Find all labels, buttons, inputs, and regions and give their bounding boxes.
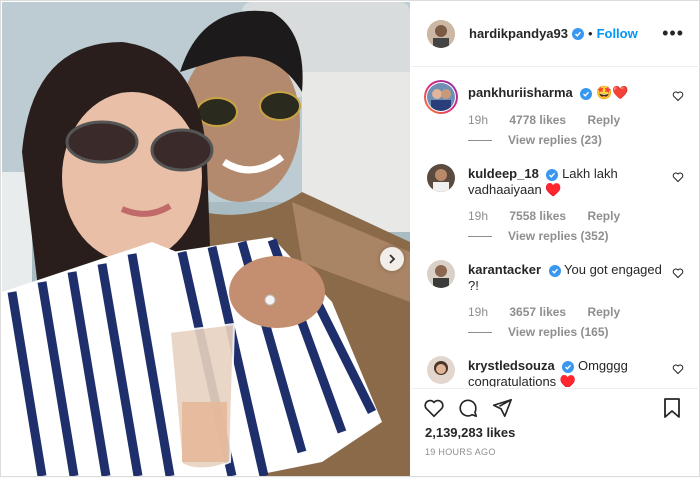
comment-reply-button[interactable]: Reply	[587, 209, 620, 223]
carousel-next-icon	[389, 254, 396, 264]
comment-meta: 19h 3657 likes Reply	[468, 305, 638, 319]
verified-badge-icon	[580, 88, 593, 100]
comment-body: 🤩❤️	[596, 85, 629, 100]
comment-like-heart-icon[interactable]	[672, 266, 684, 284]
post-actions: 2,139,283 likes 19 HOURS AGO	[411, 388, 700, 478]
view-replies-label: View replies (352)	[508, 229, 609, 243]
commenter-avatar[interactable]	[427, 83, 455, 111]
replies-line	[468, 139, 492, 141]
commenter-avatar-image	[427, 356, 455, 384]
header-separator: •	[588, 26, 593, 41]
comment-item: kuldeep_18 Lakh lakh vadhaaiyaan ♥️ 19h …	[427, 164, 692, 256]
commenter-avatar[interactable]	[427, 260, 455, 288]
comment-text-block: kuldeep_18 Lakh lakh vadhaaiyaan ♥️	[468, 166, 668, 198]
comment-time[interactable]: 19h	[468, 305, 488, 319]
comment-text-block: karantacker You got engaged ?!	[468, 262, 668, 294]
comment-item: karantacker You got engaged ?! 19h 3657 …	[427, 260, 692, 352]
comment-username[interactable]: pankhuriisharma	[468, 85, 573, 100]
comment-text-block: pankhuriisharma 🤩❤️	[468, 85, 668, 101]
comment-item: krystledsouza Omgggg congratulations ♥️	[427, 356, 692, 387]
commenter-avatar[interactable]	[427, 356, 455, 384]
action-icons	[423, 397, 525, 423]
comment-like-heart-icon[interactable]	[672, 362, 684, 380]
comment-likes[interactable]: 4778 likes	[509, 113, 566, 127]
comments-list[interactable]: pankhuriisharma 🤩❤️ 19h 4778 likes Reply…	[411, 67, 700, 387]
comment-text-block: krystledsouza Omgggg congratulations ♥️	[468, 358, 668, 387]
author-avatar[interactable]	[427, 19, 455, 48]
view-replies-button[interactable]: View replies (23)	[468, 133, 602, 147]
commenter-avatar-image	[427, 164, 455, 192]
view-replies-label: View replies (23)	[508, 133, 602, 147]
verified-badge-icon	[546, 169, 559, 181]
author-username[interactable]: hardikpandya93	[469, 26, 568, 41]
comment-username[interactable]: kuldeep_18	[468, 166, 539, 181]
post-likes-count[interactable]: 2,139,283 likes	[425, 425, 515, 440]
author-avatar-image	[427, 19, 455, 48]
comment-like-heart-icon[interactable]	[672, 170, 684, 188]
comment-meta: 19h 7558 likes Reply	[468, 209, 638, 223]
follow-button[interactable]: Follow	[597, 26, 638, 41]
comment-time[interactable]: 19h	[468, 113, 488, 127]
post-header: hardikpandya93 • Follow •••	[411, 1, 700, 67]
comment-like-heart-icon[interactable]	[672, 89, 684, 107]
commenter-avatar[interactable]	[427, 164, 455, 192]
view-replies-label: View replies (165)	[508, 325, 609, 339]
post-side-panel: hardikpandya93 • Follow ••• pankhuriisha…	[411, 1, 700, 478]
comment-item: pankhuriisharma 🤩❤️ 19h 4778 likes Reply…	[424, 80, 692, 163]
post-photo[interactable]	[2, 2, 410, 476]
view-replies-button[interactable]: View replies (352)	[468, 229, 609, 243]
photo-illustration	[2, 2, 410, 476]
comment-reply-button[interactable]: Reply	[587, 305, 620, 319]
commenter-avatar-image	[427, 260, 455, 288]
view-replies-button[interactable]: View replies (165)	[468, 325, 609, 339]
carousel-next-button[interactable]	[380, 247, 404, 271]
more-options-icon[interactable]: •••	[662, 23, 684, 44]
commenter-avatar-image	[427, 83, 455, 111]
verified-badge-icon	[572, 27, 584, 40]
comment-username[interactable]: krystledsouza	[468, 358, 555, 373]
verified-badge-icon	[562, 361, 575, 373]
comment-reply-button[interactable]: Reply	[587, 113, 620, 127]
comment-likes[interactable]: 3657 likes	[509, 305, 566, 319]
post-modal: hardikpandya93 • Follow ••• pankhuriisha…	[0, 0, 700, 477]
like-heart-icon[interactable]	[423, 397, 445, 423]
comment-icon[interactable]	[457, 397, 479, 423]
comment-likes[interactable]: 7558 likes	[509, 209, 566, 223]
verified-badge-icon	[548, 265, 561, 277]
bookmark-icon[interactable]	[662, 397, 682, 424]
replies-line	[468, 235, 492, 237]
comment-username[interactable]: karantacker	[468, 262, 541, 277]
replies-line	[468, 331, 492, 333]
comment-meta: 19h 4778 likes Reply	[468, 113, 638, 127]
share-icon[interactable]	[491, 397, 513, 423]
comment-time[interactable]: 19h	[468, 209, 488, 223]
post-timestamp: 19 HOURS AGO	[425, 447, 496, 457]
